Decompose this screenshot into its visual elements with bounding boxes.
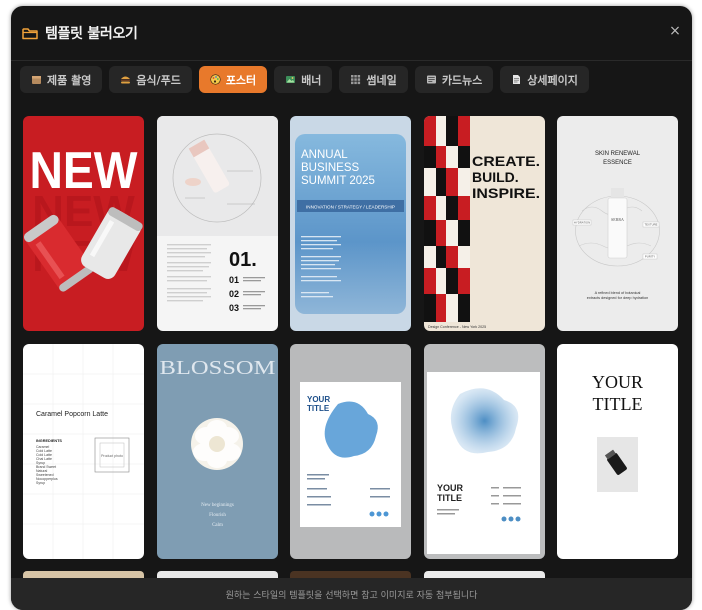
template-card-caramel-latte[interactable]: Caramel Popcorn Latte INGREDIENTS Carame…	[23, 344, 144, 559]
template-thumbnail: Caramel Popcorn Latte INGREDIENTS Carame…	[23, 344, 144, 559]
folder-icon	[22, 27, 38, 39]
template-card-your-title-minimal[interactable]: YOUR TITLE	[557, 344, 678, 559]
tab-thumbnail[interactable]: 썸네일	[339, 66, 408, 93]
skin-title-2: ESSENCE	[603, 160, 632, 166]
tab-label: 제품 촬영	[47, 73, 92, 87]
card-title-2: TITLE	[307, 404, 330, 413]
summit-line-3: SUMMIT 2025	[301, 175, 375, 187]
template-card-your-title-blue-2[interactable]: YOUR TITLE	[424, 344, 545, 559]
template-card-blossom[interactable]: BLOSSOM New beginnings Flourish Calm	[157, 344, 278, 559]
blossom-line-1: New beginnings	[201, 503, 234, 508]
template-thumbnail: YOUR TITLE	[557, 344, 678, 559]
blossom-line-2: Flourish	[209, 513, 226, 518]
category-tabs: 제품 촬영 음식/푸드 포스터 배너 썸네일 카드뉴스 상세페이지	[20, 66, 589, 93]
tab-detail-page[interactable]: 상세페이지	[500, 66, 589, 93]
template-grid: NEW NEW NEW	[23, 116, 678, 586]
create-line-1: CREATE.	[472, 153, 540, 169]
box-icon	[32, 76, 41, 84]
tab-food[interactable]: 음식/푸드	[109, 66, 192, 93]
tab-label: 카드뉴스	[441, 73, 483, 87]
step-item: 02	[229, 289, 239, 299]
template-thumbnail: YOUR TITLE	[424, 344, 545, 559]
tab-label: 배너	[301, 73, 322, 87]
step-item: 03	[229, 303, 239, 313]
skin-title-1: SKIN RENEWAL	[595, 151, 641, 157]
tab-label: 썸네일	[366, 73, 397, 87]
ingredient: Syrup	[36, 481, 45, 485]
create-footer: Design Conference - New York 2025	[428, 325, 486, 329]
template-thumbnail: 01. 01 02 03	[157, 116, 278, 331]
create-line-2: BUILD.	[472, 169, 519, 185]
image-icon	[286, 76, 296, 83]
header-divider	[11, 60, 692, 61]
latte-ingredients-label: INGREDIENTS	[36, 439, 62, 443]
template-card-skin-renewal[interactable]: SKIN RENEWAL ESSENCE SERRA HYDRATION TEX…	[557, 116, 678, 331]
template-thumbnail: BLOSSOM New beginnings Flourish Calm	[157, 344, 278, 559]
create-line-3: INSPIRE.	[472, 185, 540, 201]
latte-title: Caramel Popcorn Latte	[36, 411, 108, 418]
template-card-create-build[interactable]: CREATE. BUILD. INSPIRE. Design Conferenc…	[424, 116, 545, 331]
burger-icon	[121, 76, 131, 84]
dialog-header: 템플릿 불러오기	[11, 6, 692, 60]
skin-brand: SERRA	[611, 217, 624, 222]
card-title-2: TITLE	[593, 394, 643, 414]
blossom-title: BLOSSOM	[160, 357, 276, 379]
template-dialog: 템플릿 불러오기 × 제품 촬영 음식/푸드 포스터 배너 썸네일 카드뉴스 상…	[11, 6, 692, 610]
template-thumbnail: ANNUAL BUSINESS SUMMIT 2025 INNOVATION /…	[290, 116, 411, 331]
template-thumbnail: CREATE. BUILD. INSPIRE. Design Conferenc…	[424, 116, 545, 331]
latte-photo-label: Product photo	[101, 454, 123, 458]
skin-label-hydration: HYDRATION	[574, 221, 590, 225]
palette-icon	[210, 74, 221, 85]
tab-label: 포스터	[225, 73, 257, 87]
blossom-line-3: Calm	[212, 523, 223, 528]
tab-label: 음식/푸드	[136, 73, 181, 87]
card-title-1: YOUR	[307, 395, 330, 404]
close-icon[interactable]: ×	[667, 23, 683, 39]
summit-line-2: BUSINESS	[301, 162, 359, 174]
template-card-new-cans[interactable]: NEW NEW NEW	[23, 116, 144, 331]
template-card-annual-summit[interactable]: ANNUAL BUSINESS SUMMIT 2025 INNOVATION /…	[290, 116, 411, 331]
tab-card-news[interactable]: 카드뉴스	[414, 66, 494, 93]
grid-icon	[351, 75, 361, 85]
dialog-title: 템플릿 불러오기	[45, 26, 138, 42]
skin-label-purity: PURITY	[645, 255, 655, 259]
card-title-1: YOUR	[592, 372, 643, 392]
card-icon	[426, 75, 436, 84]
template-card-product-steps[interactable]: 01. 01 02 03	[157, 116, 278, 331]
footer-hint: 원하는 스타일의 템플릿을 선택하면 참고 이미지로 자동 첨부됩니다	[225, 590, 478, 601]
tab-label: 상세페이지	[527, 73, 578, 87]
poster-headline: NEW	[30, 142, 139, 200]
skin-caption-2: extracts designed for deep hydration	[587, 296, 648, 300]
document-icon	[513, 75, 521, 84]
template-card-your-title-blue-1[interactable]: YOUR TITLE	[290, 344, 411, 559]
template-thumbnail: SKIN RENEWAL ESSENCE SERRA HYDRATION TEX…	[557, 116, 678, 331]
tab-banner[interactable]: 배너	[274, 66, 333, 93]
tab-product-photo[interactable]: 제품 촬영	[20, 66, 103, 93]
card-title-2: TITLE	[437, 493, 462, 503]
step-item: 01	[229, 275, 239, 285]
summit-subtitle: INNOVATION / STRATEGY / LEADERSHIP	[306, 205, 395, 210]
template-thumbnail: NEW NEW NEW	[23, 116, 144, 331]
dialog-footer: 원하는 스타일의 템플릿을 선택하면 참고 이미지로 자동 첨부됩니다	[11, 578, 692, 610]
tab-poster[interactable]: 포스터	[198, 66, 268, 93]
summit-line-1: ANNUAL	[301, 149, 348, 161]
skin-label-texture: TEXTURE	[644, 223, 657, 227]
skin-caption-1: A refined blend of botanical	[595, 291, 641, 295]
card-title-1: YOUR	[437, 483, 464, 493]
step-number: 01.	[229, 249, 257, 271]
template-thumbnail: YOUR TITLE	[290, 344, 411, 559]
